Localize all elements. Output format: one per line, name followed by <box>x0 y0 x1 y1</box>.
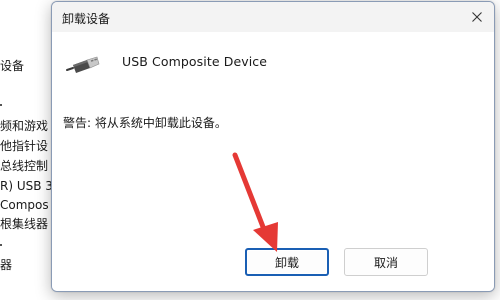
tree-item[interactable]: 器 <box>0 258 12 273</box>
dialog-titlebar[interactable]: 卸载设备 <box>52 2 494 32</box>
tree-item[interactable]: R) USB 3 <box>0 179 53 194</box>
close-button[interactable] <box>463 4 491 30</box>
tree-item[interactable]: 频和游戏 <box>0 119 48 134</box>
usb-plug-icon <box>66 56 100 73</box>
device-name: USB Composite Device <box>122 54 268 69</box>
cancel-button[interactable]: 取消 <box>344 248 428 276</box>
warning-text: 警告: 将从系统中卸载此设备。 <box>63 116 227 130</box>
device-manager-screen: 设备 频和游戏 他指针设 总线控制 R) USB 3 Compos 根集线器 器… <box>0 0 500 300</box>
dialog-content: USB Composite Device 警告: 将从系统中卸载此设备。 卸载 … <box>52 32 494 291</box>
tree-item[interactable]: 根集线器 <box>0 217 48 232</box>
dialog-title: 卸载设备 <box>62 12 111 26</box>
tree-item[interactable]: Compos <box>0 198 49 213</box>
tree-item[interactable]: 总线控制 <box>0 159 48 174</box>
tree-dot <box>0 244 2 246</box>
close-icon <box>472 12 482 22</box>
tree-dot <box>0 104 2 106</box>
tree-item[interactable]: 他指针设 <box>0 139 48 154</box>
tree-item[interactable]: 设备 <box>0 59 24 74</box>
uninstall-button[interactable]: 卸载 <box>245 248 329 276</box>
uninstall-device-dialog: 卸载设备 USB Composite Device 警告: 将从系统中卸载此设备… <box>51 1 495 292</box>
